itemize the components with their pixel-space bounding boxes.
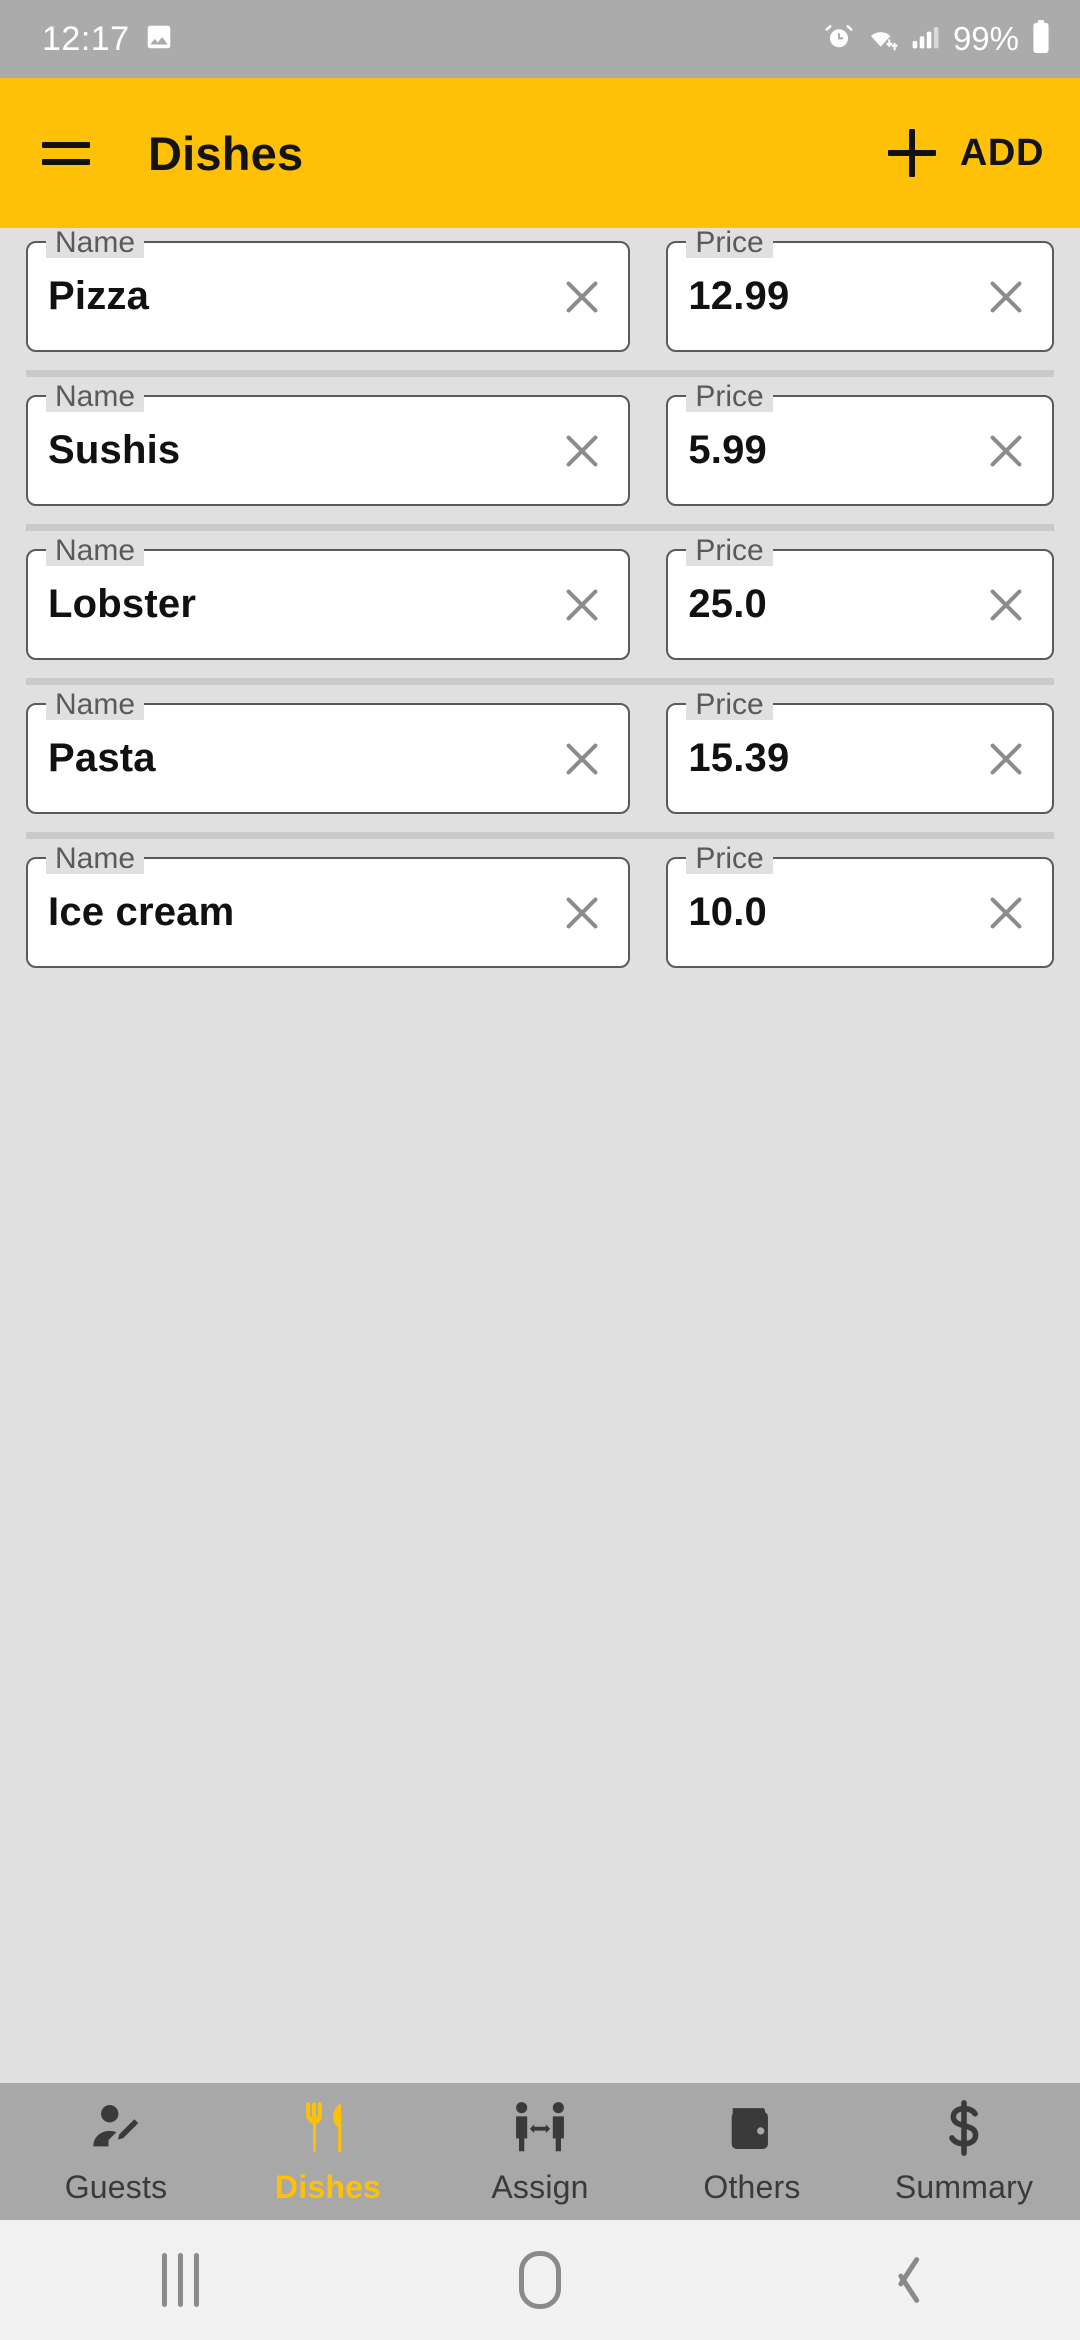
phone-screen: 12:17 99% Dishes ADD Name Pizza Price 12… <box>0 0 1080 2340</box>
dish-name-value: Sushis <box>48 428 181 472</box>
wifi-icon <box>865 22 899 57</box>
dish-price-label: Price <box>686 844 773 874</box>
dollar-sign-icon <box>935 2097 993 2159</box>
dish-name-value: Lobster <box>48 582 197 626</box>
dish-price-value: 10.0 <box>688 890 767 934</box>
close-x-icon[interactable] <box>960 397 1052 504</box>
close-x-icon[interactable] <box>536 397 628 504</box>
android-system-nav <box>0 2220 1080 2340</box>
dish-name-field[interactable]: Name Ice cream <box>26 844 631 968</box>
dish-price-value: 12.99 <box>688 274 790 318</box>
dish-name-field[interactable]: Name Pasta <box>26 690 631 814</box>
nav-label-summary: Summary <box>894 2169 1034 2205</box>
add-button[interactable]: ADD <box>960 132 1044 175</box>
plus-icon[interactable] <box>884 125 940 181</box>
nav-item-others[interactable]: Others <box>657 2097 847 2206</box>
hamburger-menu-icon[interactable] <box>34 121 98 185</box>
close-x-icon[interactable] <box>536 243 628 350</box>
close-x-icon[interactable] <box>960 243 1052 350</box>
signal-icon <box>910 22 942 57</box>
status-bar-right: 99% <box>824 19 1052 59</box>
close-x-icon[interactable] <box>536 859 628 966</box>
row-divider <box>26 524 1054 531</box>
nav-label-others: Others <box>703 2169 801 2205</box>
row-divider <box>26 832 1054 839</box>
app-bar: Dishes ADD <box>0 78 1080 228</box>
home-icon[interactable] <box>450 2220 630 2340</box>
dish-price-field[interactable]: Price 15.39 <box>666 690 1054 814</box>
battery-icon <box>1030 19 1052 59</box>
dish-name-field[interactable]: Name Lobster <box>26 536 631 660</box>
dish-price-field[interactable]: Price 10.0 <box>666 844 1054 968</box>
dish-price-field[interactable]: Price 5.99 <box>666 382 1054 506</box>
dish-name-label: Name <box>46 690 145 720</box>
dish-price-value: 25.0 <box>688 582 767 626</box>
table-row: Name Lobster Price 25.0 <box>0 536 1080 660</box>
nav-label-guests: Guests <box>64 2169 168 2205</box>
close-x-icon[interactable] <box>536 705 628 812</box>
battery-percent-label: 99% <box>952 20 1019 57</box>
close-x-icon[interactable] <box>536 551 628 658</box>
dish-price-label: Price <box>686 228 773 258</box>
dish-name-label: Name <box>46 228 145 258</box>
person-edit-icon <box>87 2097 145 2159</box>
image-icon <box>144 22 174 57</box>
dish-price-label: Price <box>686 536 773 566</box>
dish-price-label: Price <box>686 382 773 412</box>
page-title: Dishes <box>148 126 304 180</box>
dish-name-field[interactable]: Name Pizza <box>26 228 631 352</box>
dish-price-value: 15.39 <box>688 736 790 780</box>
dish-name-field[interactable]: Name Sushis <box>26 382 631 506</box>
dish-name-value: Pasta <box>48 736 156 780</box>
nav-label-assign: Assign <box>491 2169 589 2205</box>
dish-name-value: Pizza <box>48 274 150 318</box>
table-row: Name Pasta Price 15.39 <box>0 690 1080 814</box>
table-row: Name Sushis Price 5.99 <box>0 382 1080 506</box>
dish-price-field[interactable]: Price 12.99 <box>666 228 1054 352</box>
back-icon[interactable] <box>810 2220 990 2340</box>
nav-item-summary[interactable]: Summary <box>869 2097 1059 2206</box>
dish-price-field[interactable]: Price 25.0 <box>666 536 1054 660</box>
status-bar-clock: 12:17 <box>42 19 130 58</box>
bottom-navigation: Guests Dishes Assign Others Summary <box>0 2083 1080 2220</box>
alarm-icon <box>824 22 854 57</box>
dish-name-label: Name <box>46 382 145 412</box>
dish-price-label: Price <box>686 690 773 720</box>
row-divider <box>26 370 1054 377</box>
fork-knife-icon <box>299 2097 357 2159</box>
wallet-icon <box>723 2097 781 2159</box>
status-bar: 12:17 99% <box>0 0 1080 78</box>
table-row: Name Ice cream Price 10.0 <box>0 844 1080 968</box>
dish-price-value: 5.99 <box>688 428 767 472</box>
nav-item-guests[interactable]: Guests <box>21 2097 211 2206</box>
app-bar-actions: ADD <box>884 125 1044 181</box>
nav-item-assign[interactable]: Assign <box>445 2097 635 2206</box>
recents-icon[interactable] <box>90 2220 270 2340</box>
row-divider <box>26 678 1054 685</box>
close-x-icon[interactable] <box>960 551 1052 658</box>
dish-name-value: Ice cream <box>48 890 235 934</box>
table-row: Name Pizza Price 12.99 <box>0 228 1080 352</box>
dish-list: Name Pizza Price 12.99 Name Sushis Price… <box>0 228 1080 2083</box>
nav-label-dishes: Dishes <box>274 2169 382 2205</box>
close-x-icon[interactable] <box>960 859 1052 966</box>
nav-item-dishes[interactable]: Dishes <box>233 2097 423 2206</box>
status-bar-left: 12:17 <box>42 20 174 59</box>
dish-name-label: Name <box>46 536 145 566</box>
people-arrows-icon <box>511 2097 569 2159</box>
close-x-icon[interactable] <box>960 705 1052 812</box>
dish-name-label: Name <box>46 844 145 874</box>
